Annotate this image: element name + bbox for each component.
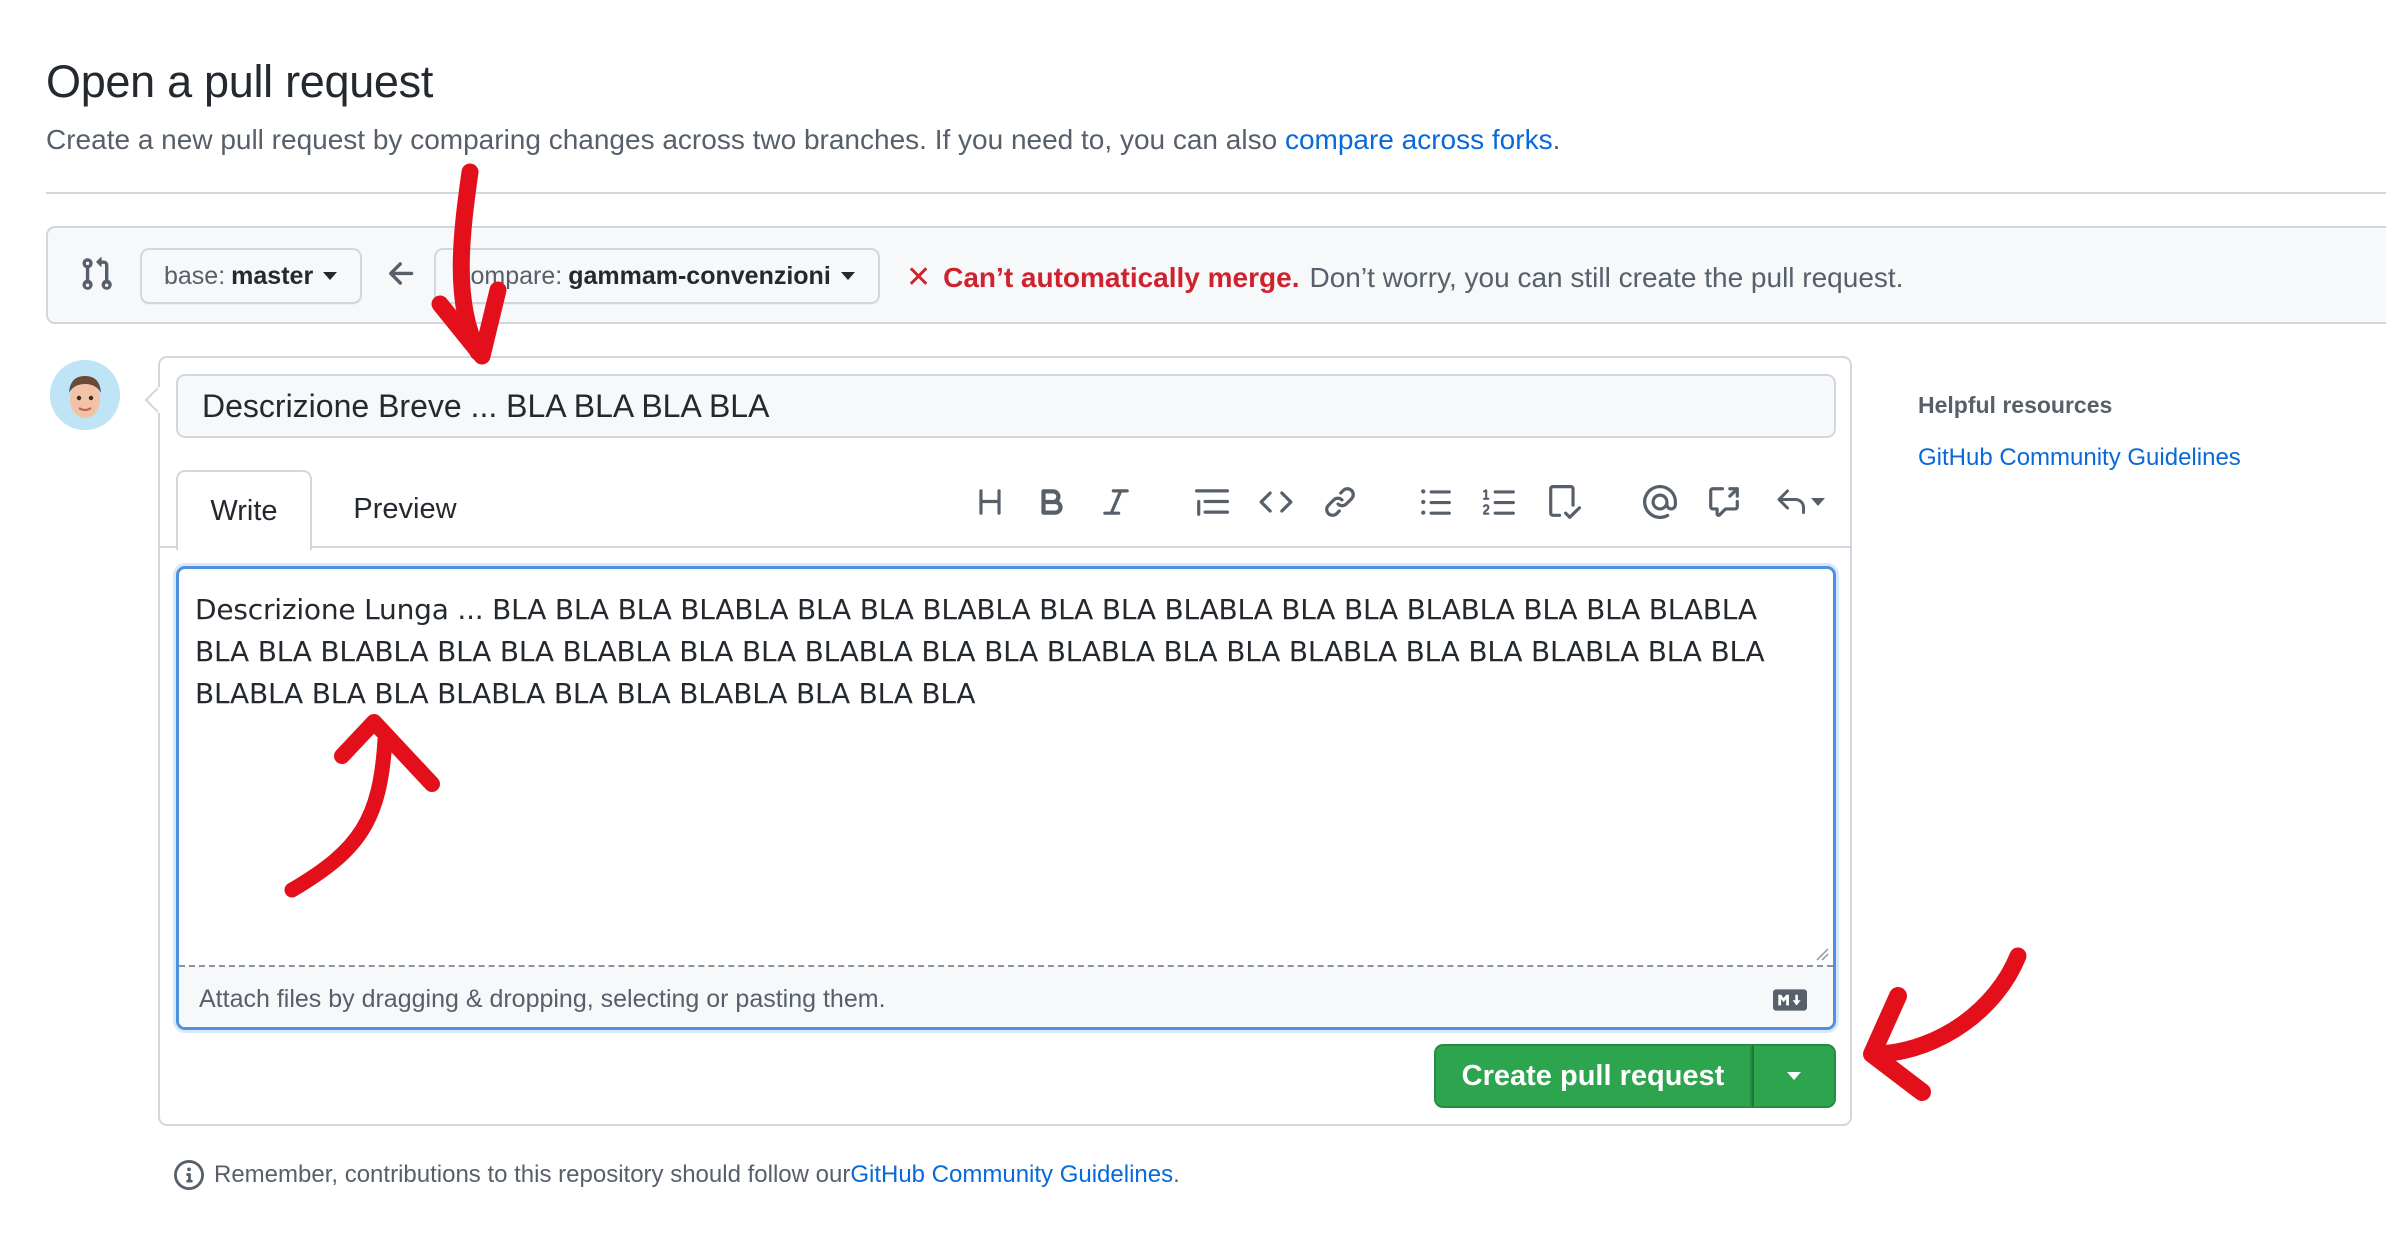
merge-message: Don’t worry, you can still create the pu…: [1309, 261, 1904, 293]
memoji-face-icon: [50, 360, 120, 430]
page-subtitle: Create a new pull request by comparing c…: [46, 124, 1560, 156]
file-attachment-bar[interactable]: Attach files by dragging & dropping, sel…: [179, 967, 1833, 1027]
sidebar-community-guidelines-link[interactable]: GitHub Community Guidelines: [1918, 444, 2241, 472]
base-branch-select[interactable]: base: master: [140, 248, 362, 304]
community-guidelines-link[interactable]: GitHub Community Guidelines: [850, 1161, 1173, 1189]
reply-icon[interactable]: [1770, 480, 1830, 524]
italic-icon[interactable]: [1094, 480, 1138, 524]
compare-branch-value: gammam-convenzioni: [568, 261, 831, 290]
pr-title-input[interactable]: Descrizione Breve ... BLA BLA BLA BLA: [176, 374, 1836, 438]
tab-preview[interactable]: Preview: [330, 470, 480, 548]
pr-body-text: Descrizione Lunga ... BLA BLA BLA BLABLA…: [195, 593, 1765, 710]
subtitle-suffix: .: [1552, 124, 1561, 155]
range-editor: base: master compare: gammam-convenzioni ✕…: [46, 226, 2386, 324]
markdown-icon[interactable]: [1773, 989, 1807, 1011]
base-branch-value: master: [231, 261, 314, 290]
resize-handle-icon[interactable]: [1813, 945, 1829, 961]
ordered-list-icon[interactable]: [1478, 480, 1522, 524]
task-list-icon[interactable]: [1542, 480, 1586, 524]
remember-text: Remember, contributions to this reposito…: [214, 1161, 851, 1188]
merge-error-text: Can’t automatically merge.: [943, 261, 1300, 293]
guidelines-notice: Remember, contributions to this reposito…: [174, 1160, 1180, 1190]
chevron-down-icon: [1811, 498, 1825, 506]
base-branch-label: base:: [164, 261, 226, 290]
x-icon: ✕: [906, 261, 932, 294]
heading-icon[interactable]: [968, 480, 1012, 524]
subtitle-text: Create a new pull request by comparing c…: [46, 124, 1285, 155]
tab-write[interactable]: Write: [176, 470, 312, 550]
pr-body-textarea[interactable]: Descrizione Lunga ... BLA BLA BLA BLABLA…: [176, 566, 1836, 1030]
compare-branches-icon: [82, 257, 112, 290]
arrow-left-icon: [389, 262, 414, 285]
form-pointer: [144, 386, 160, 414]
mention-icon[interactable]: [1638, 480, 1682, 524]
chevron-down-icon: [323, 272, 338, 280]
create-pull-request-button[interactable]: Create pull request: [1434, 1044, 1752, 1108]
attach-hint: Attach files by dragging & dropping, sel…: [199, 985, 886, 1013]
remember-suffix: .: [1173, 1161, 1180, 1188]
quote-icon[interactable]: [1190, 480, 1234, 524]
header-divider: [46, 192, 2386, 194]
unordered-list-icon[interactable]: [1414, 480, 1458, 524]
avatar: [50, 360, 120, 430]
page-title: Open a pull request: [46, 56, 434, 107]
bold-icon[interactable]: [1030, 480, 1074, 524]
compare-branch-select[interactable]: compare: gammam-convenzioni: [434, 248, 880, 304]
annotation-arrow-button-head: [1863, 987, 1931, 1101]
merge-status: ✕ Can’t automatically merge. Don’t worry…: [906, 260, 1903, 295]
helpful-resources-title: Helpful resources: [1918, 392, 2113, 418]
link-icon[interactable]: [1318, 480, 1362, 524]
info-icon: [174, 1160, 204, 1190]
code-icon[interactable]: [1254, 480, 1298, 524]
chevron-down-icon: [1787, 1072, 1801, 1080]
compare-branch-label: compare:: [458, 261, 563, 290]
cross-reference-icon[interactable]: [1702, 480, 1746, 524]
create-pull-request-dropdown[interactable]: [1752, 1044, 1836, 1108]
chevron-down-icon: [840, 272, 855, 280]
annotation-arrow-button: [1871, 947, 2027, 1063]
compare-across-forks-link[interactable]: compare across forks: [1285, 124, 1553, 155]
